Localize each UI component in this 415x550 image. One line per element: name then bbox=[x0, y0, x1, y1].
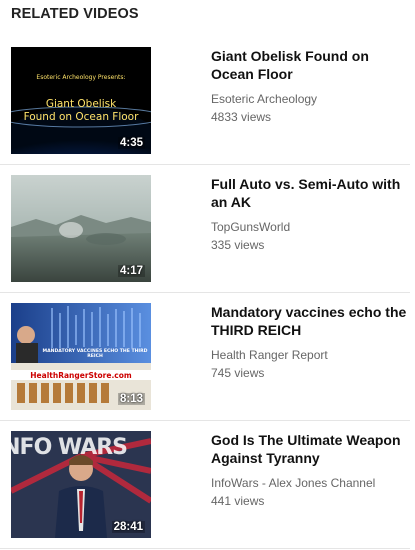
view-count: 441 views bbox=[211, 494, 265, 508]
video-thumbnail[interactable]: MANDATORY VACCINES ECHO THE THIRD REICH … bbox=[11, 303, 151, 410]
thumbnail-caption-line2: Found on Ocean Floor bbox=[23, 111, 139, 123]
view-count: 745 views bbox=[211, 366, 265, 380]
video-title[interactable]: Mandatory vaccines echo the THIRD REICH bbox=[211, 303, 411, 339]
video-duration: 4:17 bbox=[117, 265, 145, 277]
video-title[interactable]: Full Auto vs. Semi-Auto with an AK bbox=[211, 175, 411, 211]
video-item[interactable]: 4:17 Full Auto vs. Semi-Auto with an AK … bbox=[0, 165, 410, 293]
channel-name[interactable]: InfoWars - Alex Jones Channel bbox=[211, 475, 411, 491]
video-thumbnail[interactable]: Esoteric Archeology Presents: Giant Obel… bbox=[11, 47, 151, 154]
video-item[interactable]: Esoteric Archeology Presents: Giant Obel… bbox=[0, 37, 410, 165]
thumbnail-banner-text: MANDATORY VACCINES ECHO THE THIRD REICH bbox=[42, 349, 148, 359]
thumbnail-caption-line1: Giant Obelisk bbox=[45, 98, 117, 110]
video-item[interactable]: INFO WARS 28:41 God Is The Ultimate Weap… bbox=[0, 421, 410, 549]
thumbnail-logo-text: INFO WARS bbox=[11, 435, 128, 460]
related-videos-list: Esoteric Archeology Presents: Giant Obel… bbox=[0, 37, 415, 549]
video-duration: 4:35 bbox=[117, 137, 145, 149]
video-title[interactable]: Giant Obelisk Found on Ocean Floor bbox=[211, 47, 411, 83]
thumbnail-small-caption: Esoteric Archeology Presents: bbox=[36, 74, 126, 81]
video-thumbnail[interactable]: INFO WARS 28:41 bbox=[11, 431, 151, 538]
view-count: 4833 views bbox=[211, 110, 272, 124]
video-meta: God Is The Ultimate Weapon Against Tyran… bbox=[211, 431, 411, 509]
video-thumbnail[interactable]: 4:17 bbox=[11, 175, 151, 282]
video-duration: 28:41 bbox=[111, 521, 145, 533]
channel-name[interactable]: TopGunsWorld bbox=[211, 219, 411, 235]
video-meta: Mandatory vaccines echo the THIRD REICH … bbox=[211, 303, 411, 381]
related-videos-heading: RELATED VIDEOS bbox=[11, 6, 139, 22]
channel-name[interactable]: Health Ranger Report bbox=[211, 347, 411, 363]
video-meta: Giant Obelisk Found on Ocean Floor Esote… bbox=[211, 47, 411, 125]
video-duration: 8:13 bbox=[117, 393, 145, 405]
thumbnail-site-text: HealthRangerStore.com bbox=[30, 371, 132, 380]
video-meta: Full Auto vs. Semi-Auto with an AK TopGu… bbox=[211, 175, 411, 253]
channel-name[interactable]: Esoteric Archeology bbox=[211, 91, 411, 107]
video-title[interactable]: God Is The Ultimate Weapon Against Tyran… bbox=[211, 431, 411, 467]
video-item[interactable]: MANDATORY VACCINES ECHO THE THIRD REICH … bbox=[0, 293, 410, 421]
view-count: 335 views bbox=[211, 238, 265, 252]
